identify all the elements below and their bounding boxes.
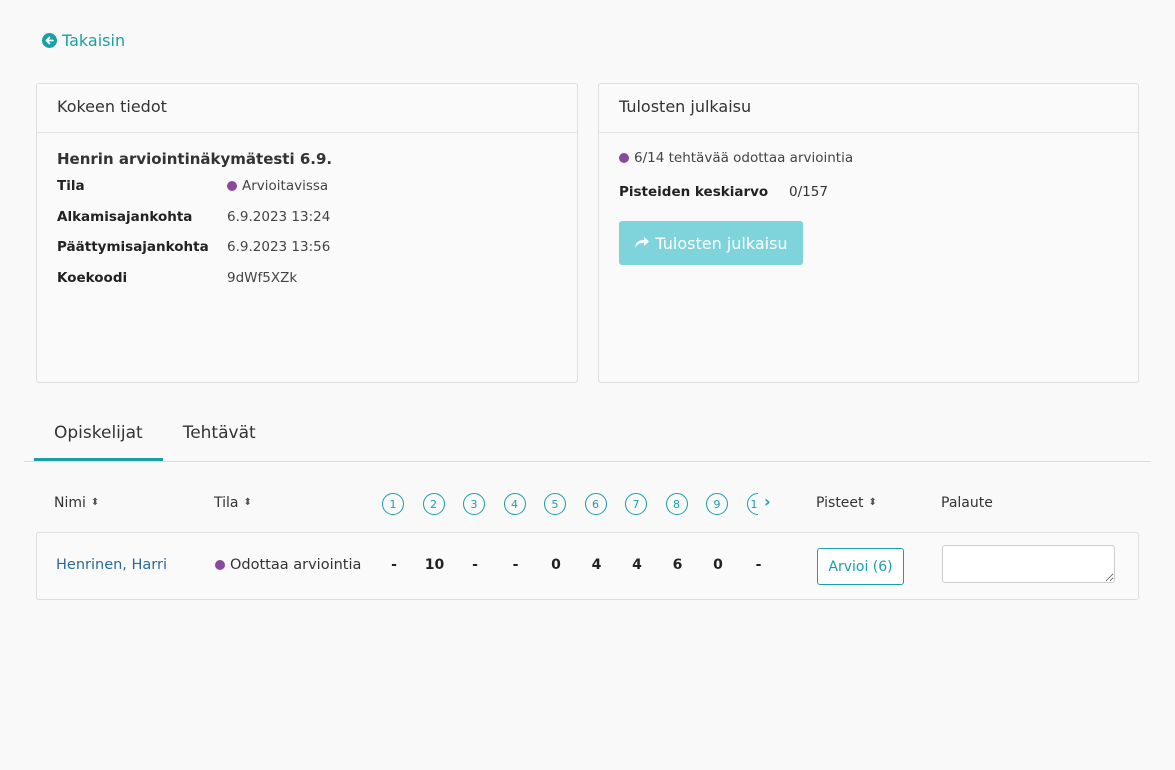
student-status: Odottaa arviointia <box>215 557 361 573</box>
task-number[interactable]: 10 <box>746 493 758 515</box>
task-score: - <box>512 557 519 573</box>
info-value: 6.9.2023 13:24 <box>227 208 331 225</box>
pending-status: 6/14 tehtävää odottaa arviointia <box>619 150 1118 166</box>
info-label: Alkamisajankohta <box>57 208 193 225</box>
table-row: Henrinen, Harri Odottaa arviointia - 10 … <box>36 532 1139 600</box>
column-name-header[interactable]: Nimi ⬍ <box>54 495 99 511</box>
task-number-strip: 1 2 3 4 5 6 7 8 9 10 <box>382 493 758 517</box>
task-score: 6 <box>672 557 683 573</box>
arrow-left-circle-icon <box>42 33 57 48</box>
info-label: Tila <box>57 178 85 194</box>
column-status-label: Tila <box>214 495 239 511</box>
publish-header: Tulosten julkaisu <box>599 84 1138 133</box>
exam-title: Henrin arviointinäkymätesti 6.9. <box>57 150 333 168</box>
task-number[interactable]: 7 <box>625 493 647 515</box>
info-row-start: Alkamisajankohta 6.9.2023 13:24 <box>57 209 557 240</box>
publish-results-button[interactable]: Tulosten julkaisu <box>619 221 803 265</box>
sort-icon: ⬍ <box>243 497 252 508</box>
table-header: Nimi ⬍ Tila ⬍ 1 2 3 4 5 6 7 8 9 10 › Pis… <box>36 487 1139 521</box>
student-name-link[interactable]: Henrinen, Harri <box>56 557 167 573</box>
info-row-code: Koekoodi 9dWf5XZk <box>57 270 557 301</box>
chevron-right-icon[interactable]: › <box>764 492 771 511</box>
column-points-header[interactable]: Pisteet ⬍ <box>816 495 877 511</box>
exam-info-card: Kokeen tiedot Henrin arviointinäkymätest… <box>36 83 578 383</box>
share-icon <box>635 237 650 248</box>
sort-icon: ⬍ <box>90 497 100 508</box>
task-score: - <box>391 557 397 573</box>
info-value: Arvioitavissa <box>242 178 329 194</box>
grade-button[interactable]: Arvioi (6) <box>817 548 904 585</box>
info-row-status: Tila Arvioitavissa <box>57 178 557 209</box>
task-number[interactable]: 2 <box>422 493 445 515</box>
info-value: 6.9.2023 13:56 <box>227 239 331 255</box>
publish-card: Tulosten julkaisu 6/14 tehtävää odottaa … <box>598 83 1139 383</box>
publish-button-label: Tulosten julkaisu <box>655 233 788 253</box>
status-dot-icon <box>215 560 225 570</box>
back-link[interactable]: Takaisin <box>42 31 125 50</box>
task-number[interactable]: 1 <box>382 493 404 515</box>
status-dot-icon <box>227 181 237 191</box>
task-number[interactable]: 9 <box>706 493 728 515</box>
info-value: 9dWf5XZk <box>227 269 298 286</box>
info-label: Päättymisajankohta <box>57 239 209 255</box>
tab-bar: Opiskelijat Tehtävät <box>24 410 1151 462</box>
column-feedback-header: Palaute <box>941 495 993 511</box>
task-number[interactable]: 8 <box>665 493 688 515</box>
pending-text: 6/14 tehtävää odottaa arviointia <box>634 150 854 166</box>
task-score: - <box>472 557 478 573</box>
task-score: 4 <box>591 557 602 573</box>
tab-tasks[interactable]: Tehtävät <box>163 410 276 461</box>
task-number[interactable]: 4 <box>503 493 526 515</box>
back-label: Takaisin <box>62 31 126 50</box>
average-label: Pisteiden keskiarvo <box>619 184 769 200</box>
task-score: 0 <box>551 557 561 573</box>
feedback-input[interactable] <box>942 545 1115 583</box>
info-label: Koekoodi <box>57 269 128 286</box>
task-number[interactable]: 6 <box>584 493 607 515</box>
info-row-end: Päättymisajankohta 6.9.2023 13:56 <box>57 239 557 270</box>
task-score: 4 <box>632 557 642 573</box>
column-name-label: Nimi <box>54 495 86 511</box>
tab-students[interactable]: Opiskelijat <box>34 410 163 461</box>
status-dot-icon <box>619 153 629 163</box>
task-score: 10 <box>424 557 445 573</box>
task-number[interactable]: 3 <box>463 493 485 515</box>
task-score: 0 <box>713 557 723 573</box>
exam-info-header: Kokeen tiedot <box>37 84 577 133</box>
task-score: - <box>755 557 762 573</box>
average-value: 0/157 <box>789 184 828 200</box>
task-number[interactable]: 5 <box>544 493 566 515</box>
column-status-header[interactable]: Tila ⬍ <box>214 495 252 511</box>
sort-icon: ⬍ <box>868 497 877 508</box>
average-row: Pisteiden keskiarvo 0/157 <box>619 184 1118 200</box>
student-status-text: Odottaa arviointia <box>230 557 362 573</box>
column-feedback-label: Palaute <box>941 495 993 511</box>
column-points-label: Pisteet <box>816 495 864 511</box>
